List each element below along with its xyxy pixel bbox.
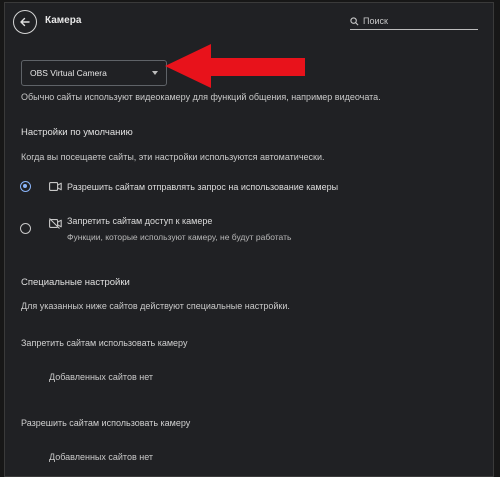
radio-block-access[interactable]: [20, 223, 31, 234]
chevron-down-icon: [152, 71, 158, 75]
blocked-sites-empty: Добавленных сайтов нет: [49, 372, 154, 382]
defaults-description: Когда вы посещаете сайты, эти настройки …: [21, 152, 325, 162]
camera-select[interactable]: OBS Virtual Camera: [21, 60, 167, 86]
blocked-sites-heading: Запретить сайтам использовать камеру: [21, 338, 188, 348]
option-allow-label[interactable]: Разрешить сайтам отправлять запрос на ис…: [67, 182, 338, 192]
back-button[interactable]: [13, 10, 37, 34]
option-block-sublabel: Функции, которые используют камеру, не б…: [67, 232, 292, 242]
camera-select-value: OBS Virtual Camera: [30, 68, 107, 78]
arrow-left-icon: [20, 17, 30, 27]
search-box[interactable]: [350, 13, 478, 30]
search-icon: [350, 16, 359, 25]
allowed-sites-heading: Разрешить сайтам использовать камеру: [21, 418, 191, 428]
radio-allow-requests[interactable]: [20, 181, 31, 192]
red-arrow-annotation: [165, 44, 305, 88]
camera-description: Обычно сайты используют видеокамеру для …: [21, 92, 381, 102]
search-input[interactable]: [359, 16, 473, 26]
page-title: Камера: [45, 15, 82, 26]
settings-page: Камера OBS Virtual Camera Обычно сайты и…: [4, 2, 494, 477]
custom-description: Для указанных ниже сайтов действуют спец…: [21, 301, 290, 311]
allowed-sites-empty: Добавленных сайтов нет: [49, 452, 154, 462]
option-block-label[interactable]: Запретить сайтам доступ к камере: [67, 216, 212, 226]
camera-off-icon: [49, 218, 62, 229]
camera-icon: [49, 182, 62, 191]
custom-heading: Специальные настройки: [21, 277, 130, 288]
defaults-heading: Настройки по умолчанию: [21, 127, 133, 138]
